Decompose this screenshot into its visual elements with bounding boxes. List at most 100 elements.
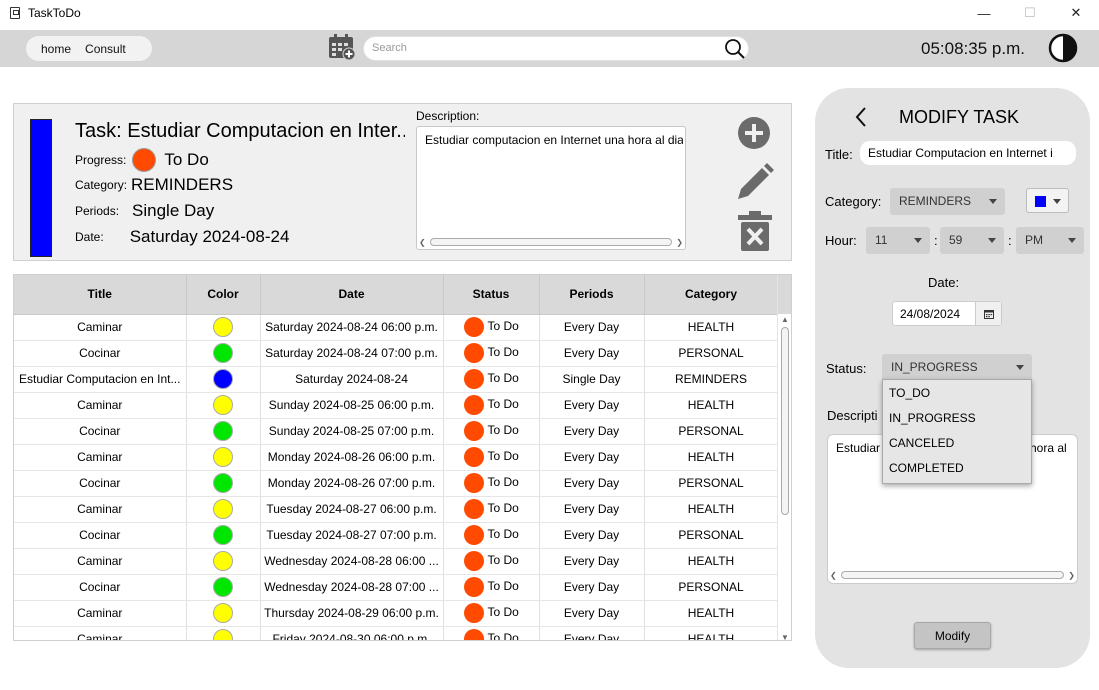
- calendar-add-icon[interactable]: [328, 33, 356, 61]
- cell-date: Monday 2024-08-26 07:00 p.m.: [260, 470, 444, 497]
- description-box[interactable]: Estudiar computacion en Internet una hor…: [416, 126, 686, 250]
- table-row[interactable]: Cocinar Saturday 2024-08-24 07:00 p.m. To …: [14, 340, 779, 367]
- cell-date: Tuesday 2024-08-27 07:00 p.m.: [260, 522, 444, 549]
- cell-color: [186, 496, 261, 523]
- theme-toggle-icon[interactable]: [1048, 33, 1078, 63]
- table-row[interactable]: Caminar Monday 2024-08-26 06:00 p.m. To Do…: [14, 444, 779, 471]
- chevron-down-icon: [1016, 365, 1024, 370]
- cell-status: To Do: [443, 574, 540, 601]
- cell-date: Wednesday 2024-08-28 06:00 ...: [260, 548, 444, 575]
- window-title: TaskToDo: [28, 6, 81, 20]
- calendar-icon: [983, 309, 994, 319]
- status-option-canceled[interactable]: CANCELED: [883, 430, 1031, 455]
- color-dot: [213, 473, 233, 493]
- column-header-date[interactable]: Date: [260, 275, 444, 315]
- cell-date: Sunday 2024-08-25 06:00 p.m.: [260, 392, 444, 419]
- search-input[interactable]: [372, 42, 712, 54]
- table-row[interactable]: Cocinar Wednesday 2024-08-28 07:00 ... To …: [14, 574, 779, 601]
- cell-color: [186, 366, 261, 393]
- date-picker-button[interactable]: [975, 302, 1001, 325]
- date-field-label: Date:: [928, 275, 960, 290]
- cell-category: HEALTH: [644, 444, 779, 471]
- ampm-combo[interactable]: PM: [1016, 227, 1084, 254]
- cell-status: To Do: [443, 470, 540, 497]
- status-dot: [463, 317, 484, 337]
- status-option-in-progress[interactable]: IN_PROGRESS: [883, 405, 1031, 430]
- cell-status: To Do: [443, 496, 540, 523]
- app-icon: [10, 7, 20, 19]
- status-text: To Do: [487, 397, 519, 412]
- close-button[interactable]: ✕: [1053, 0, 1099, 26]
- cell-date: Wednesday 2024-08-28 07:00 ...: [260, 574, 444, 601]
- cell-date: Saturday 2024-08-24 07:00 p.m.: [260, 340, 444, 367]
- task-title-value: Estudiar Computacion en Inter...: [127, 120, 405, 142]
- date-picker[interactable]: 24/08/2024: [892, 301, 1002, 326]
- status-dot: [463, 551, 484, 571]
- table-row[interactable]: Estudiar Computacion en Int... Saturday 2…: [14, 366, 779, 393]
- maximize-button[interactable]: ☐: [1007, 0, 1053, 26]
- edit-task-icon[interactable]: [734, 161, 776, 203]
- cell-periods: Single Day: [539, 366, 645, 393]
- title-field[interactable]: Estudiar Computacion en Internet i: [860, 141, 1076, 165]
- category-combo[interactable]: REMINDERS: [890, 188, 1005, 215]
- nav-home[interactable]: home: [34, 42, 78, 56]
- description-scrollbar[interactable]: ❮ ❯: [419, 237, 683, 247]
- chevron-down-icon: [1053, 199, 1061, 204]
- table-row[interactable]: Caminar Tuesday 2024-08-27 06:00 p.m. To D…: [14, 496, 779, 523]
- table-row[interactable]: Cocinar Tuesday 2024-08-27 07:00 p.m. To D…: [14, 522, 779, 549]
- cell-color: [186, 314, 261, 341]
- scrollbar-thumb[interactable]: [781, 327, 789, 515]
- description-label: Description:: [416, 109, 480, 123]
- column-header-category[interactable]: Category: [644, 275, 779, 315]
- cell-periods: Every Day: [539, 626, 645, 640]
- cell-date: Thursday 2024-08-29 06:00 p.m.: [260, 600, 444, 627]
- minimize-button[interactable]: —: [961, 0, 1007, 26]
- table-vertical-scrollbar[interactable]: ▲ ▼: [777, 275, 791, 640]
- chevron-down-icon: [989, 199, 997, 204]
- hour-combo[interactable]: 11: [866, 227, 930, 254]
- table-row[interactable]: Cocinar Monday 2024-08-26 07:00 p.m. To Do…: [14, 470, 779, 497]
- cell-category: HEALTH: [644, 314, 779, 341]
- status-option-completed[interactable]: COMPLETED: [883, 455, 1031, 480]
- column-header-status[interactable]: Status: [443, 275, 540, 315]
- status-combo[interactable]: IN_PROGRESS: [882, 354, 1032, 381]
- table-row[interactable]: Caminar Friday 2024-08-30 06:00 p.m. To Do…: [14, 626, 779, 640]
- add-task-icon[interactable]: [737, 116, 771, 150]
- status-combo-value: IN_PROGRESS: [891, 360, 978, 374]
- status-dot: [463, 499, 484, 519]
- status-option-to-do[interactable]: TO_DO: [883, 380, 1031, 405]
- color-swatch: [1035, 196, 1046, 207]
- table-row[interactable]: Caminar Thursday 2024-08-29 06:00 p.m. To …: [14, 600, 779, 627]
- status-text: To Do: [487, 449, 519, 464]
- cell-category: PERSONAL: [644, 340, 779, 367]
- modify-button[interactable]: Modify: [914, 622, 991, 649]
- task-detail-card: Task: Estudiar Computacion en Inter... P…: [13, 103, 792, 261]
- search-icon[interactable]: [724, 38, 746, 60]
- table-row[interactable]: Cocinar Sunday 2024-08-25 07:00 p.m. To Do…: [14, 418, 779, 445]
- task-table: Title Color Date Status Periods Category…: [13, 274, 792, 641]
- cell-status: To Do: [443, 444, 540, 471]
- cell-category: PERSONAL: [644, 574, 779, 601]
- cell-color: [186, 522, 261, 549]
- status-text: To Do: [487, 371, 519, 386]
- delete-task-icon[interactable]: [736, 210, 774, 252]
- table-row[interactable]: Caminar Wednesday 2024-08-28 06:00 ... To …: [14, 548, 779, 575]
- date-picker-value: 24/08/2024: [900, 307, 961, 321]
- color-dot: [213, 525, 233, 545]
- back-arrow-icon[interactable]: [853, 106, 869, 128]
- nav-consult[interactable]: Consult: [78, 42, 133, 56]
- column-header-color[interactable]: Color: [186, 275, 261, 315]
- cell-category: HEALTH: [644, 548, 779, 575]
- status-text: To Do: [487, 501, 519, 516]
- cell-color: [186, 548, 261, 575]
- status-text: To Do: [487, 553, 519, 568]
- table-row[interactable]: Caminar Sunday 2024-08-25 06:00 p.m. To Do…: [14, 392, 779, 419]
- minute-combo[interactable]: 59: [940, 227, 1004, 254]
- minute-separator: :: [1008, 233, 1012, 248]
- description-scrollbar[interactable]: ❮ ❯: [830, 570, 1075, 580]
- column-header-title[interactable]: Title: [14, 275, 187, 315]
- status-dot: [463, 447, 484, 467]
- color-picker[interactable]: [1026, 188, 1069, 213]
- column-header-periods[interactable]: Periods: [539, 275, 645, 315]
- table-row[interactable]: Caminar Saturday 2024-08-24 06:00 p.m. To …: [14, 314, 779, 341]
